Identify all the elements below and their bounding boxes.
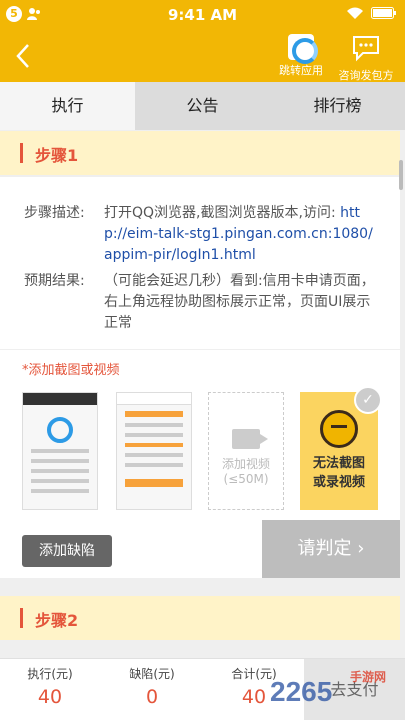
nav-bar: 跳转应用 咨询发包方 — [0, 30, 405, 82]
chat-icon — [353, 36, 379, 62]
description-label: 步骤描述: — [24, 205, 85, 221]
watermark-site: 手游网 — [350, 670, 387, 684]
video-camera-icon — [232, 429, 268, 449]
action-bar: 添加缺陷 请判定 › — [0, 520, 400, 578]
battery-icon — [371, 7, 396, 19]
bee-mascot-icon — [320, 410, 358, 448]
step2-header: 步骤2 — [0, 596, 400, 640]
jump-app-label: 跳转应用 — [279, 64, 323, 77]
check-icon[interactable]: ✓ — [354, 386, 382, 414]
cannot-capture-line2: 或录视频 — [312, 475, 365, 490]
step-description: 步骤描述: 打开QQ浏览器,截图浏览器版本,访问: http://eim-tal… — [24, 203, 379, 266]
expected-text: （可能会延迟几秒）看到:信用卡申请页面，右上角远程协助图标展示正常，页面UI展示… — [104, 273, 375, 331]
tab-execute[interactable]: 执行 — [0, 82, 135, 130]
description-text: 打开QQ浏览器,截图浏览器版本,访问: — [104, 205, 336, 221]
defect-stat: 缺陷(元) 0 — [102, 665, 202, 708]
watermark-text: 2265 — [270, 676, 333, 707]
media-section: *添加截图或视频 添加视频 (≤50M) 无法截图 或录视频 — [0, 350, 400, 520]
tab-announcement[interactable]: 公告 — [135, 82, 270, 130]
step1-title: 步骤1 — [35, 146, 79, 165]
back-icon[interactable] — [12, 42, 36, 70]
step1-content: 步骤描述: 打开QQ浏览器,截图浏览器版本,访问: http://eim-tal… — [0, 177, 400, 349]
scrollbar[interactable] — [399, 160, 403, 190]
app-logo-icon — [288, 34, 318, 64]
exec-stat: 执行(元) 40 — [0, 665, 100, 708]
add-screenshot-label[interactable]: *添加截图或视频 — [22, 359, 120, 378]
status-right — [347, 7, 397, 19]
consult-label: 咨询发包方 — [338, 69, 394, 82]
exec-value: 40 — [37, 686, 63, 708]
add-video-button[interactable]: 添加视频 (≤50M) — [208, 392, 284, 510]
cannot-capture-line1: 无法截图 — [312, 456, 365, 471]
screenshot-thumb-2[interactable] — [116, 392, 192, 510]
watermark-logo: 2265 手游网 — [270, 670, 386, 708]
step-marker — [20, 608, 23, 628]
description-value: 打开QQ浏览器,截图浏览器版本,访问: http://eim-talk-stg1… — [104, 203, 379, 266]
step-marker — [20, 143, 23, 163]
defect-value: 0 — [145, 686, 159, 708]
step1-header: 步骤1 — [0, 131, 400, 175]
status-time: 9:41 AM — [167, 6, 238, 24]
wifi-icon — [347, 7, 363, 19]
exec-label: 执行(元) — [27, 667, 73, 681]
jump-app-button[interactable]: 跳转应用 — [276, 34, 326, 78]
add-defect-button[interactable]: 添加缺陷 — [22, 535, 112, 567]
add-video-limit: (≤50M) — [223, 472, 269, 486]
judge-button[interactable]: 请判定 › — [262, 520, 400, 578]
tab-leaderboard[interactable]: 排行榜 — [270, 82, 405, 130]
expected-result: 预期结果: （可能会延迟几秒）看到:信用卡申请页面，右上角远程协助图标展示正常，… — [24, 271, 379, 334]
tab-bar: 执行 公告 排行榜 — [0, 82, 405, 130]
step2-title: 步骤2 — [35, 611, 79, 630]
status-bar: 5 9:41 AM — [0, 0, 405, 30]
consult-button[interactable]: 咨询发包方 — [336, 34, 396, 83]
screenshot-thumb-1[interactable] — [22, 392, 98, 510]
expected-label: 预期结果: — [24, 273, 85, 289]
defect-label: 缺陷(元) — [129, 667, 175, 681]
bottom-bar: 执行(元) 40 缺陷(元) 0 合计(元) 40 去支付 — [0, 658, 405, 720]
add-video-label: 添加视频 — [221, 457, 270, 471]
